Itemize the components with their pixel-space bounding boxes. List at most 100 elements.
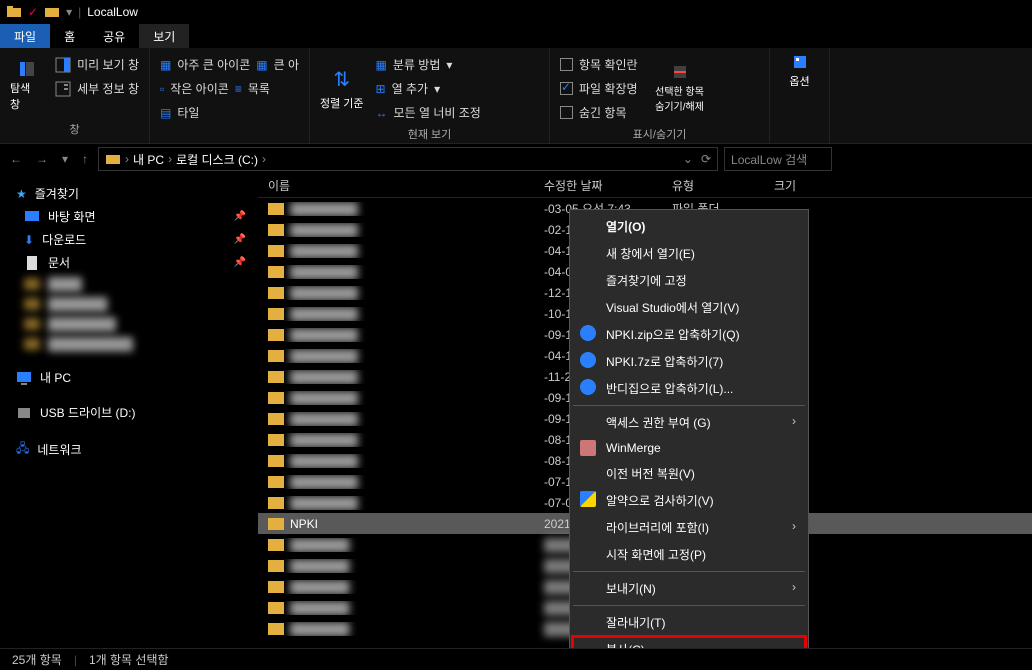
pin-icon: 📌 [234, 257, 246, 268]
sidebar-downloads[interactable]: ⬇다운로드📌 [0, 228, 258, 251]
col-date[interactable]: 수정한 날짜 [544, 177, 672, 194]
sidebar-documents[interactable]: 문서📌 [0, 251, 258, 274]
options-button[interactable]: 옵션 [780, 54, 819, 89]
group-by[interactable]: ▦분류 방법 ▾ [376, 54, 481, 75]
col-size[interactable]: 크기 [774, 177, 834, 194]
winmerge-icon [580, 440, 596, 456]
folder-icon [268, 518, 284, 530]
sidebar-this-pc[interactable]: 내 PC [0, 366, 258, 389]
main-area: 이름 수정한 날짜 유형 크기 ████████-03-05 오선 7:43파일… [258, 174, 1032, 648]
toggle-item-check[interactable]: 항목 확인란 [560, 54, 638, 75]
cm-zip-7[interactable]: NPKI.7z로 압축하기(7) [572, 348, 806, 375]
bandizip-icon [580, 379, 596, 395]
folder-icon [268, 308, 284, 320]
fit-columns[interactable]: ↔모든 열 너비 조정 [376, 102, 481, 123]
breadcrumb-pc[interactable]: 내 PC [133, 151, 164, 168]
col-type[interactable]: 유형 [672, 177, 774, 194]
layout-small[interactable]: ▫작은 아이콘 ≡ 목록 [160, 78, 299, 99]
cm-send-to[interactable]: 보내기(N)› [572, 575, 806, 602]
sidebar-usb[interactable]: USB 드라이브 (D:) [0, 401, 258, 424]
preview-pane-button[interactable]: 미리 보기 창 [55, 54, 139, 75]
sidebar-quick-access[interactable]: ★즐겨찾기 [0, 182, 258, 205]
context-menu: 열기(O) 새 창에서 열기(E) 즐겨찾기에 고정 Visual Studio… [569, 209, 809, 648]
folder-icon [268, 287, 284, 299]
folder-icon [268, 203, 284, 215]
menu-bar: 파일 홈 공유 보기 [0, 24, 1032, 48]
toggle-file-ext[interactable]: 파일 확장명 [560, 78, 638, 99]
recent-dropdown[interactable]: ▾ [58, 152, 72, 166]
pin-icon: 📌 [234, 211, 246, 222]
cm-copy[interactable]: 복사(C) [572, 636, 806, 648]
layout-tiles[interactable]: ▤타일 [160, 102, 299, 123]
add-column[interactable]: ⊞열 추가 ▾ [376, 78, 481, 99]
cm-zip-q[interactable]: NPKI.zip으로 압축하기(Q) [572, 321, 806, 348]
alyac-icon [580, 491, 596, 507]
menu-view[interactable]: 보기 [139, 24, 189, 48]
status-selected: 1개 항목 선택함 [89, 651, 169, 668]
chevron-down-icon[interactable]: ▾ [66, 5, 72, 19]
detail-pane-button[interactable]: 세부 정보 창 [55, 78, 139, 99]
cm-open[interactable]: 열기(O) [572, 213, 806, 240]
sidebar: ★즐겨찾기 바탕 화면📌 ⬇다운로드📌 문서📌 ████ ███████ ███… [0, 174, 258, 648]
ribbon-group-label: 표시/숨기기 [560, 123, 759, 142]
cm-access[interactable]: 액세스 권한 부여 (G)› [572, 409, 806, 436]
qa-icon[interactable]: ✓ [28, 5, 38, 19]
search-input[interactable]: LocalLow 검색 [724, 147, 832, 171]
sidebar-item[interactable]: ████████ [0, 314, 258, 334]
cm-open-new[interactable]: 새 창에서 열기(E) [572, 240, 806, 267]
chevron-right-icon: › [792, 580, 796, 594]
col-name[interactable]: 이름 [268, 177, 544, 194]
hide-selected-button[interactable]: 선택한 항목 숨기기/해제 [650, 54, 710, 123]
forward-button[interactable]: → [32, 152, 52, 166]
cm-previous-version[interactable]: 이전 버전 복원(V) [572, 460, 806, 487]
folder-icon [268, 392, 284, 404]
folder-icon [268, 245, 284, 257]
refresh-button[interactable]: ⟳ [701, 152, 711, 166]
ribbon-group-label: 현재 보기 [320, 123, 539, 142]
bandizip-icon [580, 352, 596, 368]
menu-file[interactable]: 파일 [0, 24, 50, 48]
cm-alyac[interactable]: 알약으로 검사하기(V) [572, 487, 806, 514]
breadcrumb-drive[interactable]: 로컬 디스크 (C:) [176, 151, 258, 168]
layout-extra-large[interactable]: ▦아주 큰 아이콘 ▦ 큰 아 [160, 54, 299, 75]
folder-icon [268, 329, 284, 341]
folder-icon [268, 560, 284, 572]
folder-icon [6, 4, 22, 20]
address-bar[interactable]: › 내 PC › 로컬 디스크 (C:) › ⌄ ⟳ [98, 147, 718, 171]
status-count: 25개 항목 [12, 651, 62, 668]
title-bar: ✓ ▾ | LocalLow [0, 0, 1032, 24]
up-button[interactable]: ↑ [78, 152, 92, 166]
chevron-right-icon: › [792, 519, 796, 533]
folder-icon [268, 224, 284, 236]
ribbon: 탐색 창 미리 보기 창 세부 정보 창 창 ▦아주 큰 아이콘 ▦ 큰 아 ▫… [0, 48, 1032, 144]
cm-library[interactable]: 라이브러리에 포함(I)› [572, 514, 806, 541]
nav-pane-button[interactable]: 탐색 창 [10, 54, 43, 118]
folder-icon [268, 371, 284, 383]
cm-vs-open[interactable]: Visual Studio에서 열기(V) [572, 294, 806, 321]
nav-bar: ← → ▾ ↑ › 내 PC › 로컬 디스크 (C:) › ⌄ ⟳ Local… [0, 144, 1032, 174]
sidebar-item[interactable]: ███████ [0, 294, 258, 314]
menu-share[interactable]: 공유 [89, 24, 139, 48]
cm-winmerge[interactable]: WinMerge [572, 436, 806, 460]
folder-icon [268, 539, 284, 551]
cm-pin-start[interactable]: 시작 화면에 고정(P) [572, 541, 806, 568]
sort-button[interactable]: ⇅정렬 기준 [320, 54, 364, 123]
sidebar-item[interactable]: ██████████ [0, 334, 258, 354]
sidebar-desktop[interactable]: 바탕 화면📌 [0, 205, 258, 228]
sidebar-network[interactable]: 🖧네트워크 [0, 436, 258, 463]
sidebar-item[interactable]: ████ [0, 274, 258, 294]
cm-zip-l[interactable]: 반디집으로 압축하기(L)... [572, 375, 806, 402]
folder-icon [268, 623, 284, 635]
toggle-hidden[interactable]: 숨긴 항목 [560, 102, 638, 123]
folder-icon [268, 497, 284, 509]
folder-icon [268, 581, 284, 593]
folder-icon [268, 602, 284, 614]
cm-pin-quick[interactable]: 즐겨찾기에 고정 [572, 267, 806, 294]
back-button[interactable]: ← [6, 152, 26, 166]
menu-home[interactable]: 홈 [50, 24, 89, 48]
cm-cut[interactable]: 잘라내기(T) [572, 609, 806, 636]
folder-icon [268, 455, 284, 467]
file-name: NPKI [290, 517, 318, 531]
address-dropdown[interactable]: ⌄ [683, 152, 693, 166]
window-title: LocalLow [87, 5, 138, 19]
